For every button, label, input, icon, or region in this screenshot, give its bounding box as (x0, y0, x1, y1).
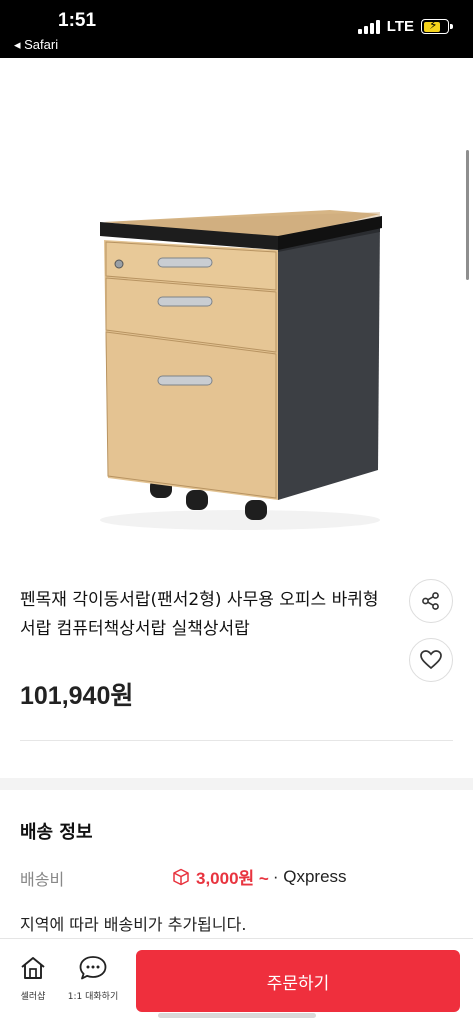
status-bar: 1:51 ◂ Safari LTE ⚡ (0, 0, 473, 58)
shipping-fee-value: 3,000원 ~ (196, 869, 269, 888)
network-label: LTE (386, 18, 414, 35)
share-icon (422, 592, 439, 610)
product-title: 펜목재 각이동서랍(팬서2형) 사무용 오피스 바퀴형서랍 컴퓨터책상서랍 실책… (20, 590, 379, 639)
like-button[interactable] (409, 638, 453, 682)
seller-shop-button[interactable]: 셀러샵 (3, 955, 63, 1002)
seller-shop-label: 셀러샵 (20, 992, 46, 1002)
chat-button[interactable]: 1:1 대화하기 (63, 955, 123, 1002)
shipping-section-title: 배송 정보 (20, 822, 93, 843)
heart-icon (420, 650, 442, 670)
signal-icon (357, 19, 380, 34)
chat-bubble-icon (79, 956, 107, 980)
scrollbar[interactable] (466, 150, 469, 280)
chat-label: 1:1 대화하기 (67, 992, 119, 1002)
shipping-note: 지역에 따라 배송비가 추가됩니다. (20, 915, 247, 934)
bottom-action-bar: 셀러샵 1:1 대화하기 주문하기 (0, 938, 473, 1024)
share-button[interactable] (409, 579, 453, 623)
product-image[interactable] (0, 58, 473, 558)
order-button[interactable]: 주문하기 (136, 950, 460, 1012)
back-to-safari-link[interactable]: ◂ Safari (14, 37, 58, 53)
battery-icon: ⚡ (421, 18, 453, 34)
status-time: 1:51 (58, 10, 97, 31)
box-icon (173, 868, 189, 885)
home-icon (21, 957, 45, 979)
shipping-company: · Qxpress (272, 866, 347, 886)
divider (20, 740, 453, 741)
shipping-fee-label: 배송비 (20, 870, 65, 889)
shipping-fee: 3,000원 ~ · Qxpress (172, 864, 347, 889)
status-indicators: LTE ⚡ (357, 18, 453, 35)
product-price: 101,940원 (20, 682, 134, 710)
section-separator (0, 778, 473, 790)
mobile-drawer-cabinet-image (100, 210, 382, 530)
home-indicator (158, 1013, 316, 1018)
